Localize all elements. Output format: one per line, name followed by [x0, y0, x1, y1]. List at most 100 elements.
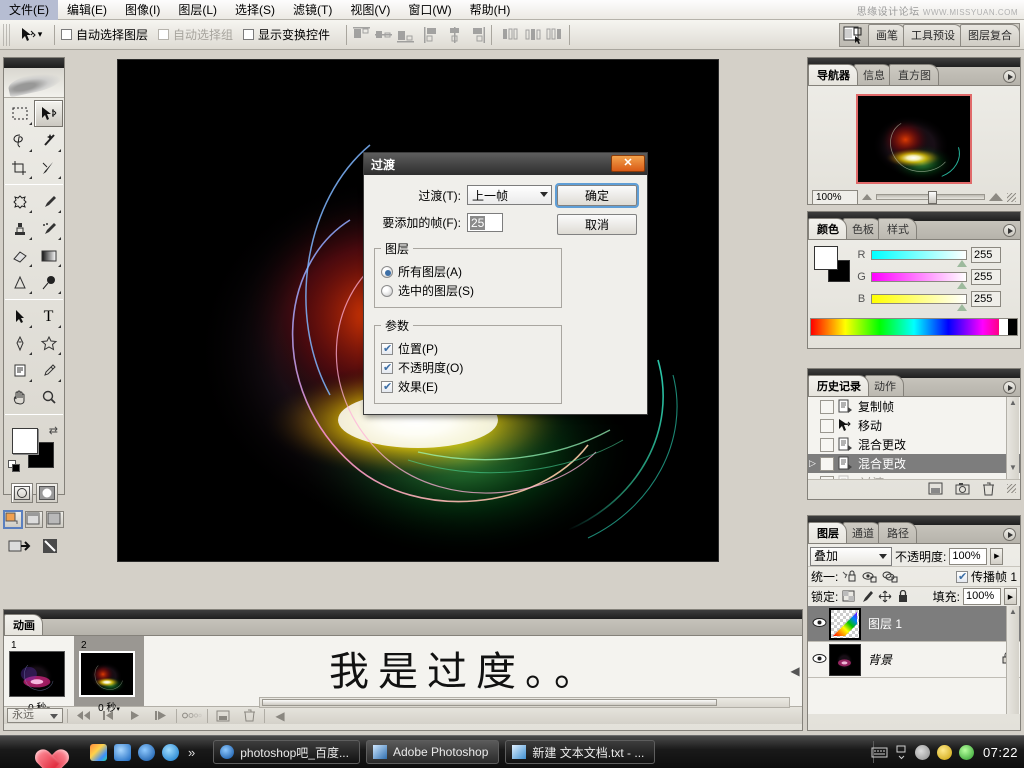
gradient-tool[interactable]	[34, 242, 63, 269]
blue-slider[interactable]	[871, 294, 967, 304]
all-layers-option[interactable]: 所有图层(A)	[381, 263, 555, 280]
menu-edit[interactable]: 编辑(E)	[58, 0, 116, 20]
new-document-from-state-icon[interactable]	[928, 482, 943, 495]
menu-filter[interactable]: 滤镜(T)	[284, 0, 341, 20]
frame-0[interactable]: 1 0 秒▾	[4, 636, 74, 706]
fullscreen-mode-button[interactable]	[46, 511, 64, 528]
tab-layers[interactable]: 图层	[808, 522, 847, 543]
layers-list[interactable]: 图层 1 背景 ▲	[808, 606, 1020, 714]
history-snapshot-box-1[interactable]	[820, 419, 834, 433]
toolbox-drag-handle[interactable]	[4, 58, 64, 68]
show-desktop-icon[interactable]	[90, 744, 107, 761]
distribute-bottom-icon[interactable]	[546, 27, 563, 43]
history-snapshot-box-2[interactable]	[820, 438, 834, 452]
fill-stepper-icon[interactable]: ▶	[1004, 588, 1017, 605]
history-item-4[interactable]: 过渡	[808, 473, 1020, 479]
slice-tool[interactable]	[34, 154, 63, 181]
color-menu-icon[interactable]	[1003, 224, 1016, 237]
frames-strip[interactable]: 1 0 秒▾ 2	[4, 636, 802, 706]
align-horizontal-centers-icon[interactable]	[446, 27, 463, 43]
tab-actions[interactable]: 动作	[865, 375, 904, 396]
red-slider[interactable]	[871, 250, 967, 260]
palette-tab-brushes[interactable]: 画笔	[868, 24, 906, 46]
fullscreen-menubar-mode-button[interactable]	[25, 511, 43, 528]
blue-slider-thumb[interactable]	[957, 304, 967, 311]
layers-menu-icon[interactable]	[1003, 528, 1016, 541]
clone-stamp-tool[interactable]	[5, 215, 34, 242]
history-item-2[interactable]: 混合更改	[808, 435, 1020, 454]
layers-scrollbar[interactable]: ▲	[1006, 606, 1019, 714]
zoom-out-icon[interactable]	[862, 194, 872, 200]
blend-chevron-down-icon[interactable]	[879, 554, 887, 559]
select-next-frame-button[interactable]	[150, 708, 172, 723]
loop-chevron-down-icon[interactable]	[50, 714, 58, 719]
effects-option[interactable]: 效果(E)	[381, 378, 555, 395]
delete-icon[interactable]	[982, 482, 995, 496]
crop-tool[interactable]	[5, 154, 34, 181]
history-list[interactable]: 复制帧 移动 混合更改 ▷ 混合更改	[808, 397, 1020, 479]
tab-navigator[interactable]: 导航器	[808, 64, 858, 85]
layer-visibility-icon-0[interactable]	[809, 617, 829, 631]
menu-help[interactable]: 帮助(H)	[461, 0, 520, 20]
jump-to-imageready-icon[interactable]	[8, 537, 32, 555]
distribute-top-icon[interactable]	[502, 27, 519, 43]
scroll-up-icon[interactable]: ▲	[1007, 398, 1019, 407]
history-item-0[interactable]: 复制帧	[808, 397, 1020, 416]
marquee-tool[interactable]	[5, 100, 34, 127]
foreground-color-swatch[interactable]	[12, 428, 38, 454]
propagate-frames-option[interactable]: 传播帧 1	[956, 568, 1017, 585]
layer-fill-input[interactable]: 100%	[963, 588, 1001, 605]
security-shield-icon[interactable]	[937, 745, 952, 760]
opacity-checkbox[interactable]	[381, 362, 393, 374]
new-snapshot-icon[interactable]	[955, 482, 970, 495]
history-snapshot-box-0[interactable]	[820, 400, 834, 414]
history-state-marker[interactable]: ▷	[808, 458, 817, 469]
zoom-slider[interactable]	[876, 194, 985, 200]
navigator-thumbnail[interactable]	[856, 94, 972, 184]
zoom-level-input[interactable]: 100%	[812, 190, 858, 205]
palette-tab-layer-comps[interactable]: 图层复合	[960, 24, 1020, 46]
volume-icon[interactable]	[915, 745, 930, 760]
layer-opacity-input[interactable]: 100%	[949, 548, 987, 565]
auto-select-layer-option[interactable]: 自动选择图层	[61, 26, 148, 43]
palette-tab-tool-presets[interactable]: 工具预设	[903, 24, 963, 46]
layer-row-0[interactable]: 图层 1	[808, 606, 1020, 642]
zoom-tool[interactable]	[34, 384, 63, 411]
menu-layer[interactable]: 图层(L)	[169, 0, 226, 20]
layers-scroll-up-icon[interactable]: ▲	[1007, 607, 1019, 616]
tween-dialog[interactable]: 过渡 ✕ 确定 取消 过渡(T): 上一帧 要添加的帧(F): 25	[363, 152, 648, 415]
show-transform-controls-option[interactable]: 显示变换控件	[243, 26, 330, 43]
align-right-edges-icon[interactable]	[468, 27, 485, 43]
layer-visibility-icon-1[interactable]	[809, 653, 829, 667]
dodge-tool[interactable]	[34, 269, 63, 296]
file-browser-icon[interactable]	[842, 23, 864, 45]
standard-screen-mode-button[interactable]	[4, 511, 22, 528]
menu-image[interactable]: 图像(I)	[116, 0, 169, 20]
blue-value[interactable]: 255	[971, 291, 1001, 307]
lock-all-icon[interactable]	[896, 590, 910, 603]
pen-tool[interactable]	[5, 330, 34, 357]
frames-scroll-thumb[interactable]	[262, 699, 717, 706]
history-resize-grip[interactable]	[1007, 484, 1016, 493]
layer-name-1[interactable]: 背景	[868, 651, 892, 668]
propagate-frames-checkbox[interactable]	[956, 571, 968, 583]
effects-checkbox[interactable]	[381, 381, 393, 393]
history-item-3[interactable]: ▷ 混合更改	[808, 454, 1020, 473]
tab-channels[interactable]: 通道	[843, 522, 882, 543]
layer-thumbnail-0[interactable]	[829, 608, 861, 640]
menu-window[interactable]: 窗口(W)	[399, 0, 460, 20]
frame-thumbnail-1[interactable]	[79, 651, 135, 697]
zoom-in-icon[interactable]	[989, 193, 1003, 201]
tab-paths[interactable]: 路径	[878, 522, 917, 543]
tray-expand-icon[interactable]	[895, 745, 908, 760]
tab-swatches[interactable]: 色板	[843, 218, 882, 239]
selected-layers-option[interactable]: 选中的图层(S)	[381, 282, 555, 299]
unify-position-icon[interactable]	[842, 570, 858, 584]
eyedropper-tool[interactable]	[34, 357, 63, 384]
align-top-edges-icon[interactable]	[353, 27, 370, 43]
navigator-menu-icon[interactable]	[1003, 70, 1016, 83]
brush-tool[interactable]	[34, 188, 63, 215]
frames-to-add-input[interactable]: 25	[467, 213, 503, 232]
kingsoft-icon[interactable]	[162, 744, 179, 761]
custom-shape-tool[interactable]	[34, 330, 63, 357]
